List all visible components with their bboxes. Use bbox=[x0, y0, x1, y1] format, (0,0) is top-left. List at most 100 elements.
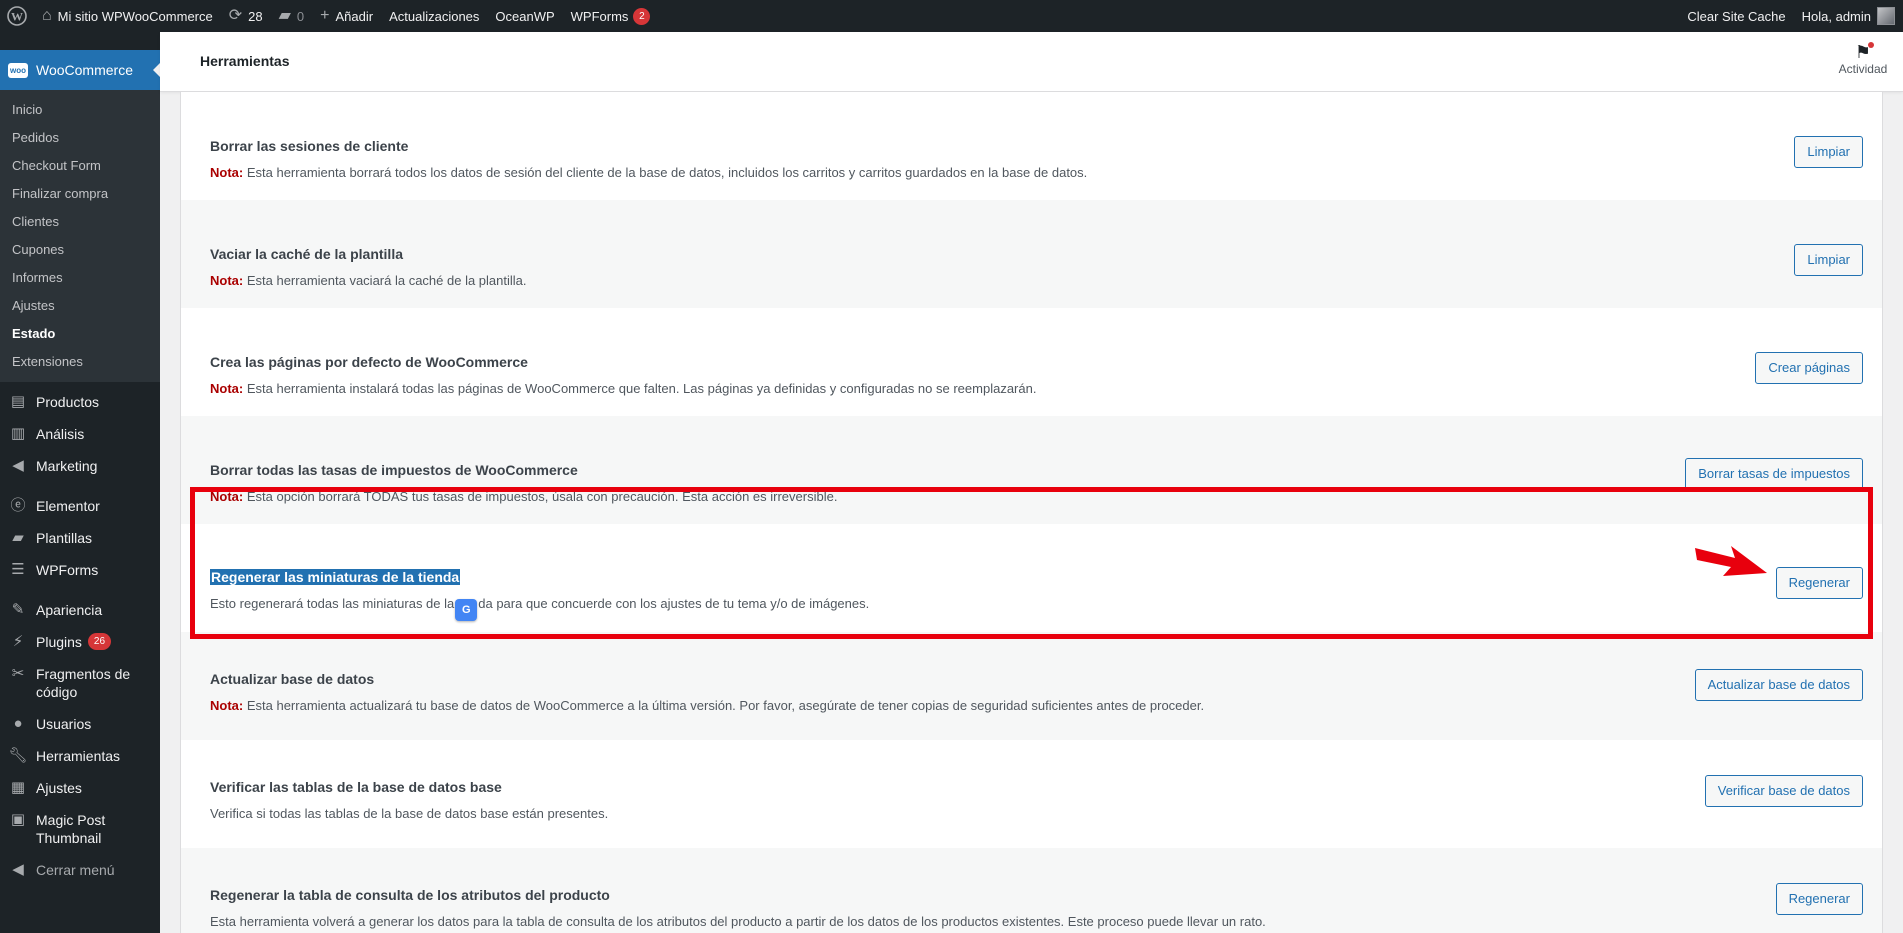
sidebar-item-herramientas[interactable]: 🔧︎ Herramientas bbox=[0, 740, 160, 772]
wrench-icon: 🔧︎ bbox=[8, 747, 28, 764]
table-row: Crea las páginas por defecto de WooComme… bbox=[181, 308, 1882, 416]
megaphone-icon: ◀ bbox=[12, 457, 24, 474]
table-row: Regenerar la tabla de consulta de los at… bbox=[181, 848, 1882, 933]
submenu-item-inicio[interactable]: Inicio bbox=[0, 96, 160, 124]
sidebar-item-plantillas[interactable]: ▰ Plantillas bbox=[0, 522, 160, 554]
submenu-item-pedidos[interactable]: Pedidos bbox=[0, 124, 160, 152]
tool-title: Borrar las sesiones de cliente bbox=[210, 138, 409, 154]
brush-icon: ✎ bbox=[11, 601, 25, 618]
plug-icon: ⚡ bbox=[12, 633, 24, 650]
wordpress-logo-icon[interactable]: W bbox=[0, 0, 34, 32]
notification-dot bbox=[1868, 42, 1875, 48]
clear-cache-link[interactable]: Clear Site Cache bbox=[1679, 0, 1793, 32]
updates-link[interactable]: ⟳ 28 bbox=[221, 0, 271, 32]
submenu-item-ajustes[interactable]: Ajustes bbox=[0, 292, 160, 320]
clear-template-cache-button[interactable]: Limpiar bbox=[1794, 244, 1863, 276]
tool-title: Verificar las tablas de la base de datos… bbox=[210, 779, 502, 795]
oceanwp-link[interactable]: OceanWP bbox=[487, 0, 562, 32]
refresh-icon: ⟳ bbox=[228, 7, 243, 24]
tool-description: Esto regenerará todas las miniaturas de … bbox=[210, 596, 869, 621]
chart-icon: ▥ bbox=[10, 425, 26, 442]
submenu-item-extensiones[interactable]: Extensiones bbox=[0, 348, 160, 376]
sidebar-item-fragmentos[interactable]: ✂ Fragmentos de código bbox=[0, 658, 160, 708]
table-row: Verificar las tablas de la base de datos… bbox=[181, 740, 1882, 848]
wpforms-badge: 2 bbox=[633, 7, 651, 25]
tool-description: Nota: Esta herramienta instalará todas l… bbox=[210, 381, 1037, 396]
table-row: Vaciar la caché de la plantilla Nota: Es… bbox=[181, 200, 1882, 308]
tool-description: Nota: Esta herramienta vaciará la caché … bbox=[210, 273, 527, 288]
user-icon: ● bbox=[13, 715, 23, 732]
svg-text:W: W bbox=[11, 10, 23, 24]
sidebar-item-plugins[interactable]: ⚡ Plugins 26 bbox=[0, 626, 160, 658]
sidebar-item-productos[interactable]: ▤ Productos bbox=[0, 386, 160, 418]
settings-icon: ▦ bbox=[10, 779, 26, 796]
tool-description: Esta herramienta volverá a generar los d… bbox=[210, 914, 1266, 929]
table-row: Borrar las sesiones de cliente Nota: Est… bbox=[181, 92, 1882, 200]
delete-tax-rates-button[interactable]: Borrar tasas de impuestos bbox=[1685, 458, 1863, 490]
update-database-button[interactable]: Actualizar base de datos bbox=[1694, 669, 1863, 701]
tool-description: Verifica si todas las tablas de la base … bbox=[210, 806, 609, 821]
tool-title: Borrar todas las tasas de impuestos de W… bbox=[210, 462, 578, 478]
selected-text: Regenerar las miniaturas de la tienda bbox=[210, 569, 461, 585]
verify-database-button[interactable]: Verificar base de datos bbox=[1704, 775, 1863, 807]
home-icon: ⌂ bbox=[42, 7, 52, 24]
folder-icon: ▰ bbox=[12, 529, 24, 546]
submenu-item-estado[interactable]: Estado bbox=[0, 320, 160, 348]
tool-description: Nota: Esta herramienta borrará todos los… bbox=[210, 165, 1088, 180]
table-row: Actualizar base de datos Nota: Esta herr… bbox=[181, 632, 1882, 740]
comments-link[interactable]: ▰ 0 bbox=[271, 0, 313, 32]
submenu-item-cupones[interactable]: Cupones bbox=[0, 236, 160, 264]
submenu-item-clientes[interactable]: Clientes bbox=[0, 208, 160, 236]
tool-title: Actualizar base de datos bbox=[210, 671, 375, 687]
admin-sidebar: woo WooCommerce Inicio Pedidos Checkout … bbox=[0, 32, 161, 933]
scissors-icon: ✂ bbox=[11, 665, 25, 682]
sidebar-item-woocommerce[interactable]: woo WooCommerce bbox=[0, 50, 161, 90]
collapse-menu-button[interactable]: ◀ Cerrar menú bbox=[0, 854, 160, 886]
add-new-link[interactable]: + Añadir bbox=[312, 0, 381, 32]
google-translate-icon[interactable]: G bbox=[455, 599, 478, 621]
page-header: Herramientas ⚑ Actividad bbox=[160, 32, 1903, 92]
sidebar-item-apariencia[interactable]: ✎ Apariencia bbox=[0, 594, 160, 626]
clear-sessions-button[interactable]: Limpiar bbox=[1794, 136, 1863, 168]
page-title: Herramientas bbox=[200, 53, 290, 69]
sidebar-item-ajustes[interactable]: ▦ Ajustes bbox=[0, 772, 160, 804]
tool-description: Nota: Esta opción borrará TODAS tus tasa… bbox=[210, 489, 838, 504]
sidebar-item-analisis[interactable]: ▥ Análisis bbox=[0, 418, 160, 450]
updates-menu-link[interactable]: Actualizaciones bbox=[381, 0, 487, 32]
plus-icon: + bbox=[320, 7, 330, 24]
tools-table: Borrar las sesiones de cliente Nota: Est… bbox=[180, 92, 1883, 933]
avatar bbox=[1877, 7, 1895, 25]
regenerate-thumbnails-button[interactable]: Regenerar bbox=[1775, 567, 1863, 599]
sidebar-item-marketing[interactable]: ◀ Marketing bbox=[0, 450, 160, 482]
create-pages-button[interactable]: Crear páginas bbox=[1755, 352, 1863, 384]
sidebar-item-elementor[interactable]: ⓔ Elementor bbox=[0, 490, 160, 522]
wpforms-link[interactable]: WPForms 2 bbox=[563, 0, 659, 32]
sidebar-item-wpforms[interactable]: ☰ WPForms bbox=[0, 554, 160, 586]
plugins-badge: 26 bbox=[87, 633, 112, 650]
sidebar-item-magic-post-thumbnail[interactable]: ▣ Magic Post Thumbnail bbox=[0, 804, 160, 854]
submenu-item-finalizar-compra[interactable]: Finalizar compra bbox=[0, 180, 160, 208]
archive-icon: ▤ bbox=[10, 393, 26, 410]
submenu-item-informes[interactable]: Informes bbox=[0, 264, 160, 292]
activity-button[interactable]: ⚑ Actividad bbox=[1835, 42, 1891, 76]
submenu-item-checkout-form[interactable]: Checkout Form bbox=[0, 152, 160, 180]
user-account-menu[interactable]: Hola, admin bbox=[1794, 0, 1903, 32]
tool-title: Vaciar la caché de la plantilla bbox=[210, 246, 403, 262]
tool-description: Nota: Esta herramienta actualizará tu ba… bbox=[210, 698, 1205, 713]
image-icon: ▣ bbox=[10, 811, 26, 828]
site-name-link[interactable]: ⌂ Mi sitio WPWooCommerce bbox=[34, 0, 221, 32]
sidebar-item-usuarios[interactable]: ● Usuarios bbox=[0, 708, 160, 740]
table-row: Borrar todas las tasas de impuestos de W… bbox=[181, 416, 1882, 524]
tool-title: Regenerar la tabla de consulta de los at… bbox=[210, 887, 610, 903]
woocommerce-icon: woo bbox=[8, 62, 28, 78]
flag-icon: ⚑ bbox=[1855, 42, 1875, 62]
annotation-arrow-icon bbox=[1695, 546, 1767, 576]
collapse-icon: ◀ bbox=[12, 861, 24, 878]
elementor-icon: ⓔ bbox=[10, 497, 26, 514]
tool-title: Crea las páginas por defecto de WooComme… bbox=[210, 354, 528, 370]
table-row: Regenerar las miniaturas de la tienda Es… bbox=[181, 524, 1882, 632]
comment-icon: ▰ bbox=[278, 7, 291, 24]
form-icon: ☰ bbox=[11, 561, 25, 578]
regenerate-attributes-table-button[interactable]: Regenerar bbox=[1775, 883, 1863, 915]
admin-bar: W ⌂ Mi sitio WPWooCommerce ⟳ 28 ▰ 0 + Añ… bbox=[0, 0, 1903, 32]
